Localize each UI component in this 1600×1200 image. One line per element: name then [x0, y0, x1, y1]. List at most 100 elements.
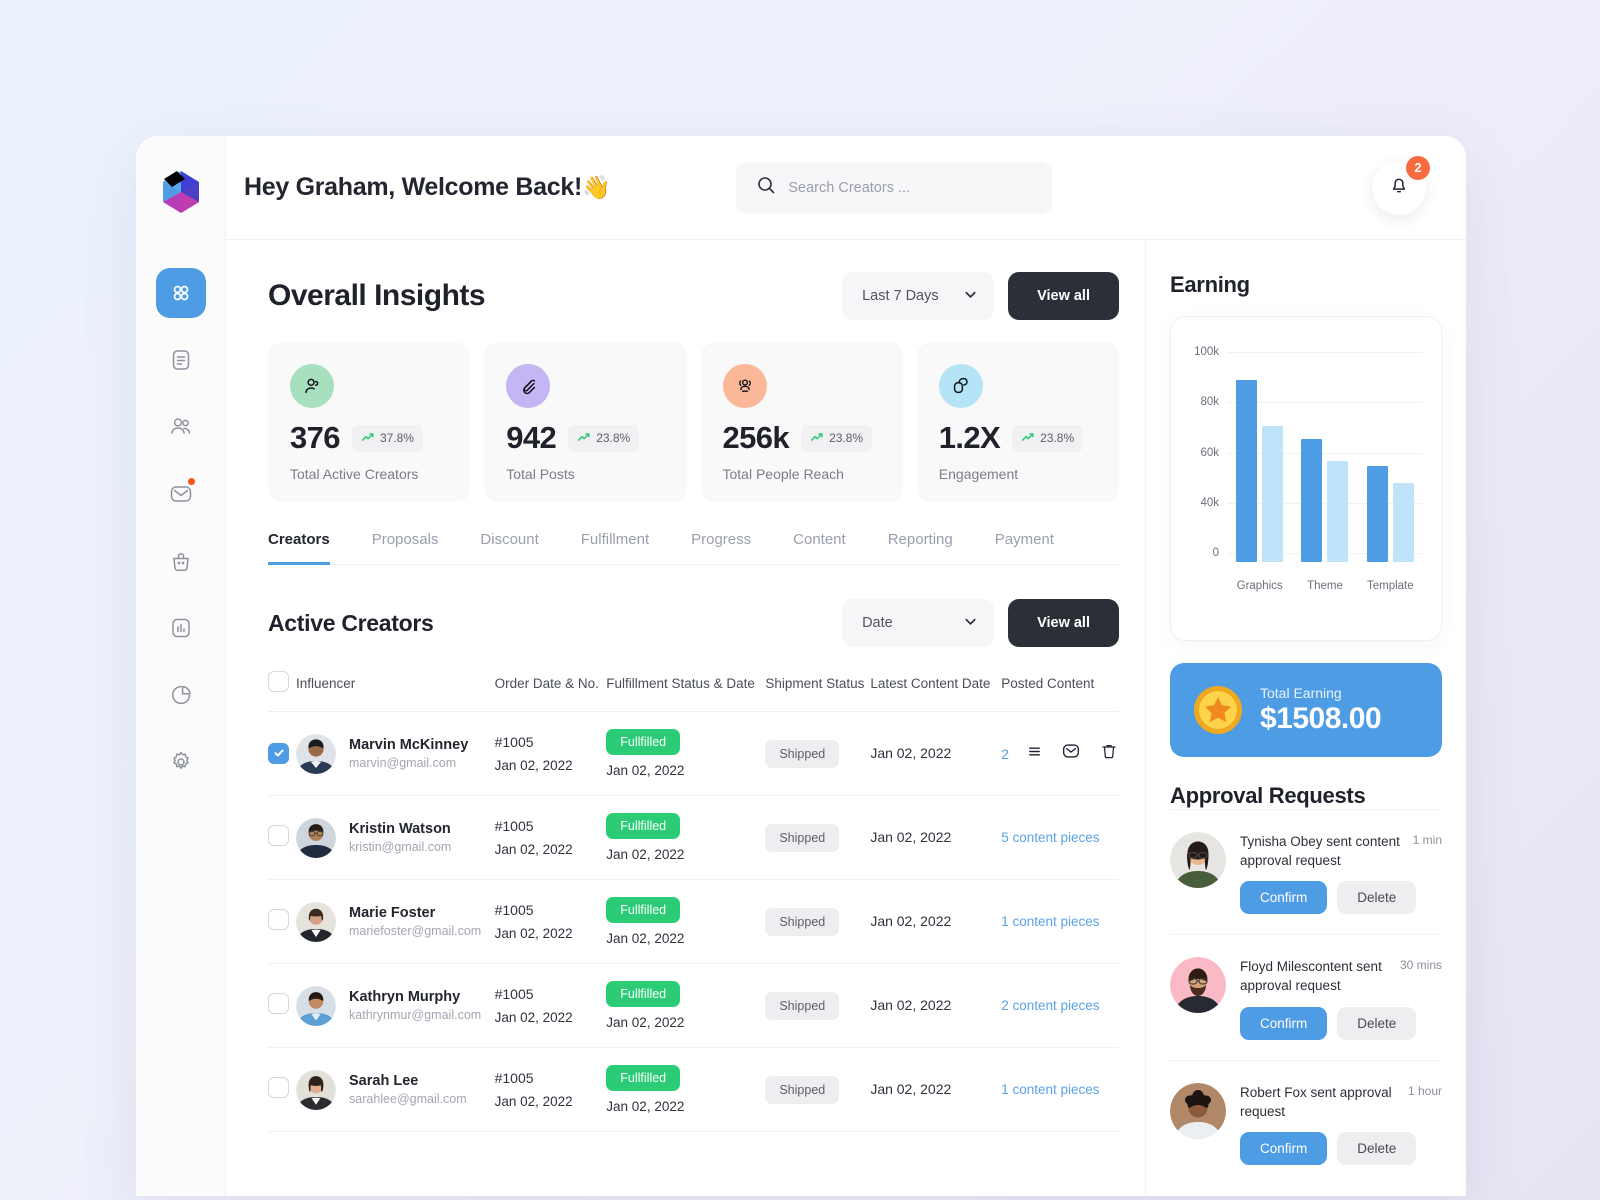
avatar — [296, 901, 337, 942]
tab-bar: Creators Proposals Discount Fulfillment … — [268, 530, 1119, 565]
delete-button[interactable]: Delete — [1337, 1131, 1417, 1165]
sidebar-item-creators[interactable] — [156, 402, 206, 452]
date-range-dropdown[interactable]: Last 7 Days — [842, 272, 995, 320]
table-view-all-button[interactable]: View all — [1008, 599, 1119, 647]
influencer-email: kristin@gmail.com — [349, 840, 452, 854]
trend-up-icon — [361, 430, 375, 447]
row-checkbox[interactable] — [268, 992, 289, 1014]
total-earning-card: Total Earning $1508.00 — [1170, 663, 1442, 757]
fulfillment-date: Jan 02, 2022 — [606, 847, 685, 862]
approval-request-text: Tynisha Obey sent content approval reque… — [1240, 834, 1400, 869]
tab-proposals[interactable]: Proposals — [372, 531, 439, 565]
confirm-button[interactable]: Confirm — [1240, 1006, 1328, 1040]
influencer-name: Marvin McKinney — [349, 737, 469, 753]
row-checkbox[interactable] — [268, 908, 289, 930]
stat-delta-value: 23.8% — [829, 431, 864, 445]
influencer-email: sarahlee@gmail.com — [349, 1092, 467, 1106]
tab-reporting[interactable]: Reporting — [888, 531, 953, 565]
search-box[interactable] — [736, 161, 1053, 214]
table-row[interactable]: Sarah Lee sarahlee@gmail.com #1005 Jan 0… — [268, 1048, 1119, 1132]
posted-content-link[interactable]: 1 content pieces — [1001, 914, 1099, 929]
sidebar-item-reports[interactable] — [156, 670, 206, 720]
mail-icon[interactable] — [1060, 740, 1082, 767]
influencer-email: marvin@gmail.com — [349, 756, 457, 770]
chart-x-axis: Graphics Theme Template — [1227, 580, 1423, 592]
posted-content-link[interactable]: 1 content pieces — [1001, 1082, 1099, 1097]
creators-table: Influencer Order Date & No. Fulfillment … — [268, 671, 1119, 1132]
influencer-email: mariefoster@gmail.com — [349, 924, 482, 938]
approval-request-text: Robert Fox sent approval request — [1240, 1084, 1392, 1119]
approval-request-item: Floyd Milescontent sent approval request… — [1170, 934, 1442, 1059]
shipment-badge: Shipped — [765, 1075, 840, 1104]
notification-count-badge: 2 — [1406, 155, 1430, 180]
x-tick: Template — [1366, 580, 1414, 592]
approval-request-item: Robert Fox sent approval request 1 hour … — [1170, 1059, 1442, 1185]
table-row[interactable]: Kathryn Murphy kathrynmur@gmail.com #100… — [268, 964, 1119, 1048]
confirm-button[interactable]: Confirm — [1240, 881, 1328, 915]
tab-payment[interactable]: Payment — [995, 531, 1054, 565]
approval-request-time: 1 hour — [1407, 1083, 1442, 1098]
sidebar-item-documents[interactable] — [156, 335, 206, 385]
posted-content-link[interactable]: 2 content pieces — [1001, 998, 1099, 1013]
fulfillment-badge: Fullfilled — [606, 729, 681, 755]
column-influencer: Influencer — [296, 675, 356, 691]
trash-icon[interactable] — [1099, 741, 1119, 766]
row-checkbox[interactable] — [268, 824, 289, 846]
stat-label: Total People Reach — [722, 466, 844, 482]
order-number: #1005 — [494, 1070, 534, 1086]
app-logo — [155, 166, 207, 218]
stat-delta-value: 23.8% — [1040, 431, 1075, 445]
wave-emoji: 👋 — [582, 174, 611, 200]
bar-theme-primary — [1301, 439, 1323, 562]
table-row[interactable]: Marvin McKinney marvin@gmail.com #1005 J… — [268, 712, 1119, 796]
sidebar-item-messages[interactable] — [156, 469, 206, 519]
posted-content-count[interactable]: 2 — [1001, 746, 1009, 762]
list-icon[interactable] — [1026, 743, 1043, 765]
influencer-name: Kristin Watson — [349, 821, 451, 837]
tab-fulfillment[interactable]: Fulfillment — [581, 531, 649, 565]
influencer-cell: Kristin Watson kristin@gmail.com — [296, 817, 495, 858]
influencer-cell: Kathryn Murphy kathrynmur@gmail.com — [296, 985, 495, 1026]
y-tick: 40k — [1200, 496, 1219, 509]
tab-progress[interactable]: Progress — [691, 531, 751, 565]
influencer-cell: Sarah Lee sarahlee@gmail.com — [296, 1069, 495, 1110]
table-row[interactable]: Kristin Watson kristin@gmail.com #1005 J… — [268, 796, 1119, 880]
insights-view-all-button[interactable]: View all — [1008, 272, 1119, 320]
sidebar-nav — [155, 268, 206, 787]
fulfillment-badge: Fullfilled — [606, 897, 681, 923]
sidebar-item-analytics[interactable] — [156, 603, 206, 653]
row-checkbox[interactable] — [268, 1076, 289, 1098]
order-date: Jan 02, 2022 — [494, 1094, 573, 1109]
trend-up-icon — [1021, 430, 1035, 447]
row-checkbox[interactable] — [268, 742, 289, 764]
tab-discount[interactable]: Discount — [480, 531, 538, 565]
table-row[interactable]: Marie Foster mariefoster@gmail.com #1005… — [268, 880, 1119, 964]
row-actions: 2 — [1001, 740, 1119, 767]
greeting-text: Hey Graham, Welcome Back! — [244, 173, 583, 201]
tab-creators[interactable]: Creators — [268, 531, 330, 565]
tab-content[interactable]: Content — [793, 531, 846, 565]
select-all-checkbox[interactable] — [268, 671, 289, 692]
total-earning-label: Total Earning — [1260, 684, 1342, 701]
bar-graphics-secondary — [1262, 426, 1284, 562]
sidebar-item-dashboard[interactable] — [155, 268, 206, 318]
messages-badge-dot — [185, 476, 197, 487]
sidebar-item-orders[interactable] — [156, 536, 206, 586]
stat-delta-value: 23.8% — [596, 431, 631, 445]
trend-up-icon — [810, 430, 824, 447]
fulfillment-date: Jan 02, 2022 — [606, 931, 685, 946]
content-row: Overall Insights Last 7 Days View all 37… — [226, 240, 1466, 1196]
sidebar-item-settings[interactable] — [156, 737, 206, 787]
posted-content-link[interactable]: 5 content pieces — [1001, 830, 1099, 845]
sort-dropdown[interactable]: Date — [842, 599, 995, 647]
order-date: Jan 02, 2022 — [494, 842, 573, 857]
delete-button[interactable]: Delete — [1337, 881, 1417, 915]
x-tick: Theme — [1307, 580, 1343, 592]
confirm-button[interactable]: Confirm — [1240, 1131, 1328, 1165]
search-input[interactable] — [788, 179, 1033, 196]
table-title: Active Creators — [268, 609, 434, 636]
y-tick: 60k — [1200, 446, 1219, 459]
latest-content-date: Jan 02, 2022 — [870, 828, 952, 845]
fulfillment-date: Jan 02, 2022 — [606, 763, 685, 778]
delete-button[interactable]: Delete — [1337, 1006, 1417, 1040]
